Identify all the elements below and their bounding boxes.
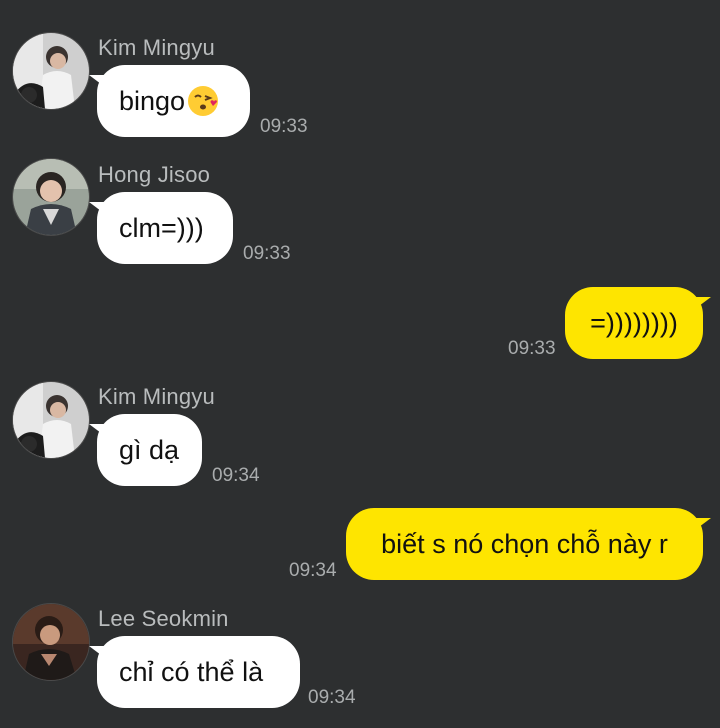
avatar-lee-seokmin[interactable]: [12, 603, 90, 681]
message-timestamp: 09:34: [308, 687, 356, 708]
message-text: biết s nó chọn chỗ này r: [381, 528, 668, 559]
sender-name: Kim Mingyu: [98, 35, 215, 60]
message-timestamp: 09:34: [212, 465, 260, 486]
message-timestamp: 09:34: [289, 560, 337, 581]
message-text: =)))))))): [590, 307, 678, 338]
message-timestamp: 09:33: [243, 243, 291, 264]
message-text: bingo: [119, 85, 186, 116]
sender-name: Hong Jisoo: [98, 162, 211, 187]
sender-name: Lee Seokmin: [98, 606, 229, 631]
message-text: clm=))): [119, 212, 204, 243]
message-bubble-outgoing[interactable]: biết s nó chọn chỗ này r: [346, 508, 711, 580]
avatar-kim-mingyu[interactable]: [12, 32, 90, 110]
sender-name: Kim Mingyu: [98, 384, 215, 409]
message-text: gì dạ: [119, 434, 180, 465]
message-bubble-outgoing[interactable]: =)))))))): [565, 287, 711, 359]
avatar-hong-jisoo[interactable]: [12, 158, 90, 236]
message-bubble-incoming[interactable]: chỉ có thể là: [89, 636, 300, 708]
message-text: chỉ có thể là: [119, 656, 264, 687]
message-bubble-incoming[interactable]: clm=))): [89, 192, 233, 264]
message-bubble-incoming[interactable]: bingo: [89, 65, 250, 137]
message-timestamp: 09:33: [260, 116, 308, 137]
message-bubble-incoming[interactable]: gì dạ: [89, 414, 202, 486]
avatar-kim-mingyu[interactable]: [12, 381, 90, 459]
message-timestamp: 09:33: [508, 338, 556, 359]
kissing-face-emoji-icon: [188, 86, 219, 116]
